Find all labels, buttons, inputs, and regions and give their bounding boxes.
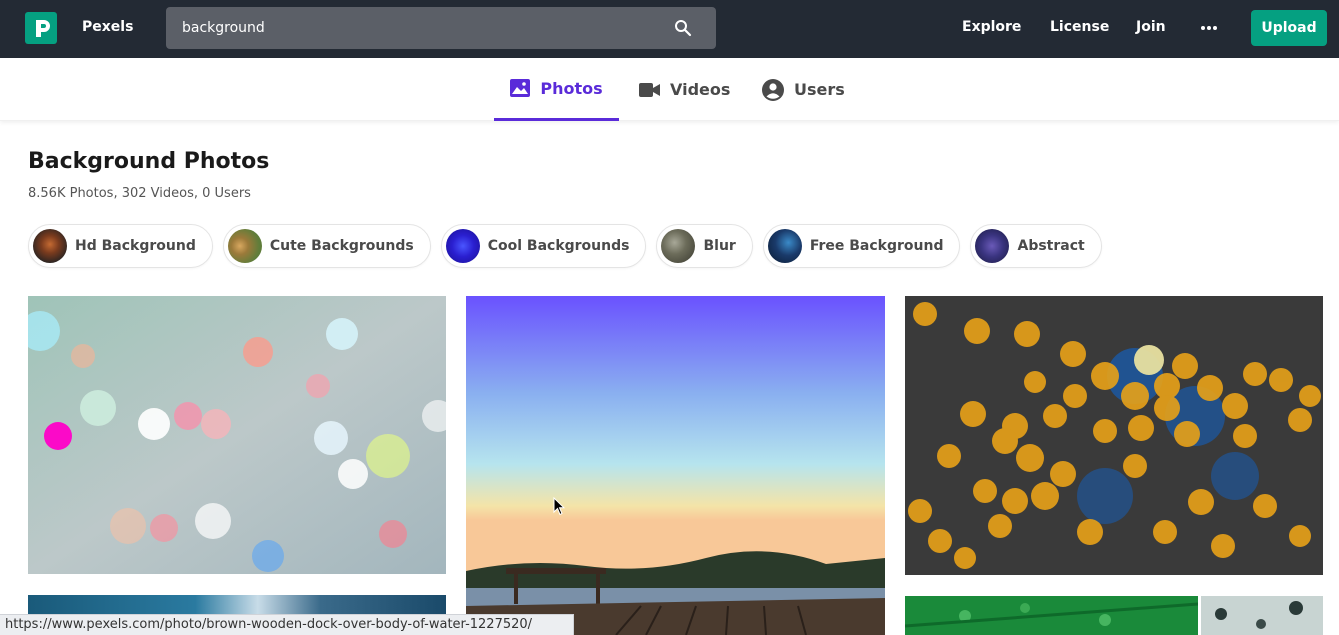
photo-image xyxy=(1201,596,1323,635)
chip-hd-background[interactable]: Hd Background xyxy=(28,224,213,268)
photo-card[interactable] xyxy=(1201,596,1323,635)
photo-image xyxy=(905,296,1323,575)
related-searches: Hd Background Cute Backgrounds Cool Back… xyxy=(28,224,1102,268)
more-menu-button[interactable] xyxy=(1199,18,1219,38)
chip-free-background[interactable]: Free Background xyxy=(762,224,961,268)
pexels-logo-icon[interactable] xyxy=(25,12,57,44)
result-counts: 8.56K Photos, 302 Videos, 0 Users xyxy=(28,186,251,201)
chip-thumbnail xyxy=(227,229,262,263)
search-input[interactable] xyxy=(166,7,666,49)
nav-join-link[interactable]: Join xyxy=(1136,19,1166,35)
user-circle-icon xyxy=(762,78,784,101)
photo-card[interactable] xyxy=(28,296,446,574)
ellipsis-icon xyxy=(1201,26,1217,30)
tab-videos[interactable]: Videos xyxy=(639,58,730,121)
tab-users-label: Users xyxy=(794,80,845,99)
photo-image xyxy=(905,596,1198,635)
tab-photos[interactable]: Photos xyxy=(494,58,619,121)
chip-cool-backgrounds[interactable]: Cool Backgrounds xyxy=(440,224,647,268)
photo-card[interactable] xyxy=(905,596,1198,635)
chip-label: Free Background xyxy=(809,238,944,254)
chip-thumbnail xyxy=(975,229,1010,263)
chip-thumbnail xyxy=(33,229,67,263)
browser-status-url: https://www.pexels.com/photo/brown-woode… xyxy=(0,614,574,635)
page-title: Background Photos xyxy=(28,149,270,174)
chip-abstract[interactable]: Abstract xyxy=(970,224,1102,268)
mouse-cursor-icon xyxy=(553,497,565,516)
chip-thumbnail xyxy=(661,229,696,263)
photo-image xyxy=(28,296,446,574)
nav-license-link[interactable]: License xyxy=(1050,19,1109,35)
upload-button[interactable]: Upload xyxy=(1251,10,1327,46)
chip-thumbnail xyxy=(767,229,802,263)
photo-card[interactable] xyxy=(466,296,885,635)
image-icon xyxy=(510,79,531,97)
search-button[interactable] xyxy=(650,7,716,49)
tab-users[interactable]: Users xyxy=(762,58,845,121)
photo-card[interactable] xyxy=(905,296,1323,575)
photo-image xyxy=(466,296,885,635)
chip-thumbnail xyxy=(445,229,480,263)
chip-label: Abstract xyxy=(1017,238,1085,254)
tab-photos-label: Photos xyxy=(540,78,603,98)
chip-label: Cute Backgrounds xyxy=(269,238,414,254)
chip-blur[interactable]: Blur xyxy=(656,224,753,268)
search-type-tabs: Photos Videos Users xyxy=(0,58,1339,121)
chip-label: Cool Backgrounds xyxy=(487,238,630,254)
tab-videos-label: Videos xyxy=(670,80,731,99)
search-bar xyxy=(166,7,716,49)
search-icon xyxy=(675,20,692,37)
chip-label: Blur xyxy=(703,238,736,254)
video-camera-icon xyxy=(639,82,660,97)
nav-explore-link[interactable]: Explore xyxy=(962,19,1021,35)
brand-name-link[interactable]: Pexels xyxy=(82,19,133,35)
chip-cute-backgrounds[interactable]: Cute Backgrounds xyxy=(222,224,431,268)
chip-label: Hd Background xyxy=(75,238,196,254)
top-navigation-bar: Pexels Explore License Join Upload xyxy=(0,0,1339,58)
